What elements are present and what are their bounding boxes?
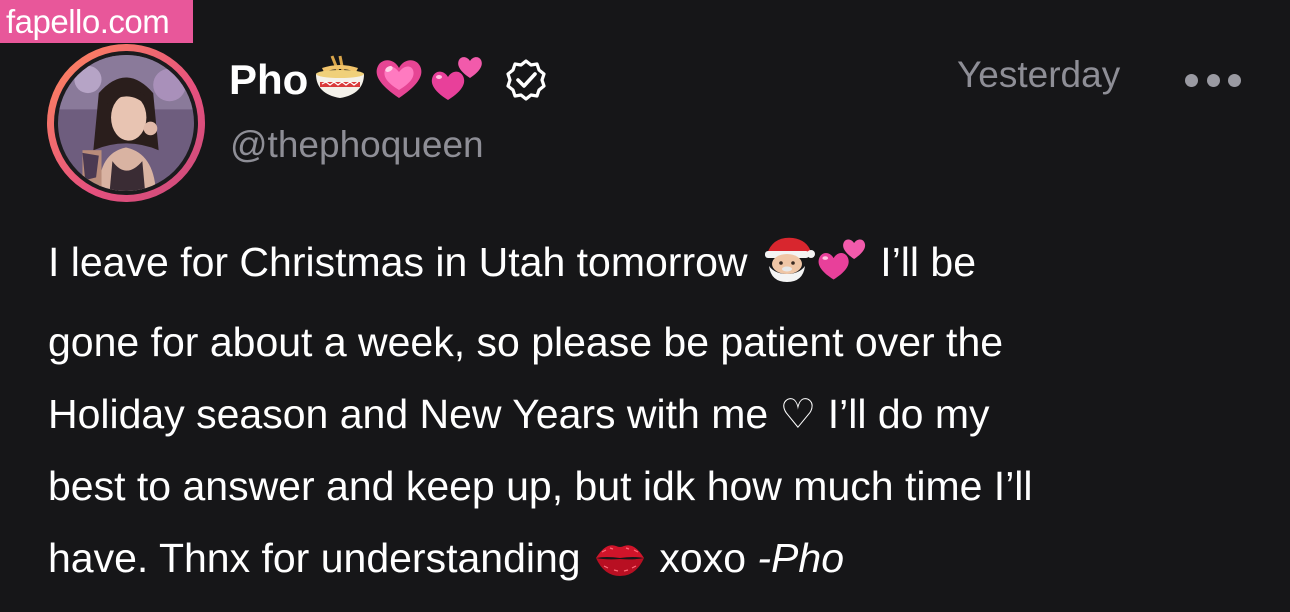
post-signature: -Pho (757, 535, 844, 581)
avatar[interactable] (47, 44, 205, 202)
more-options-button[interactable] (1185, 60, 1241, 100)
avatar-border (54, 51, 198, 195)
post-line-3: Holiday season and New Years with me ♡ I… (48, 391, 990, 437)
noodle-bowl-icon (310, 54, 370, 107)
post-text-segment: I’ll be (868, 239, 977, 285)
post-line-2: gone for about a week, so please be pati… (48, 319, 1004, 365)
santa-icon (759, 234, 815, 306)
dot-icon (1206, 73, 1220, 87)
display-name-row: Pho (229, 50, 548, 110)
post-line-5: have. Thnx for understanding xoxo -Pho (48, 522, 1248, 602)
post-text-segment: I leave for Christmas in Utah tomorrow (48, 239, 759, 285)
user-handle[interactable]: @thephoqueen (230, 124, 484, 166)
kiss-mark-icon (592, 530, 648, 602)
display-name[interactable]: Pho (229, 56, 308, 104)
two-hearts-icon (815, 234, 869, 306)
pink-heart-icon (372, 54, 426, 107)
dot-icon (1228, 73, 1241, 87)
post-line-1: I leave for Christmas in Utah tomorrow I… (48, 226, 1248, 306)
dot-icon (1185, 73, 1198, 87)
post-text-segment: have. Thnx for understanding (48, 535, 592, 581)
two-hearts-icon (428, 52, 486, 109)
avatar-photo (58, 55, 194, 191)
verified-badge-icon (504, 58, 548, 102)
watermark-logo: fapello.com (0, 0, 193, 43)
post-body: I leave for Christmas in Utah tomorrow I… (48, 226, 1248, 602)
post-text-segment: xoxo (648, 535, 758, 581)
post-line-4: best to answer and keep up, but idk how … (48, 463, 1033, 509)
post-timestamp: Yesterday (957, 54, 1121, 95)
